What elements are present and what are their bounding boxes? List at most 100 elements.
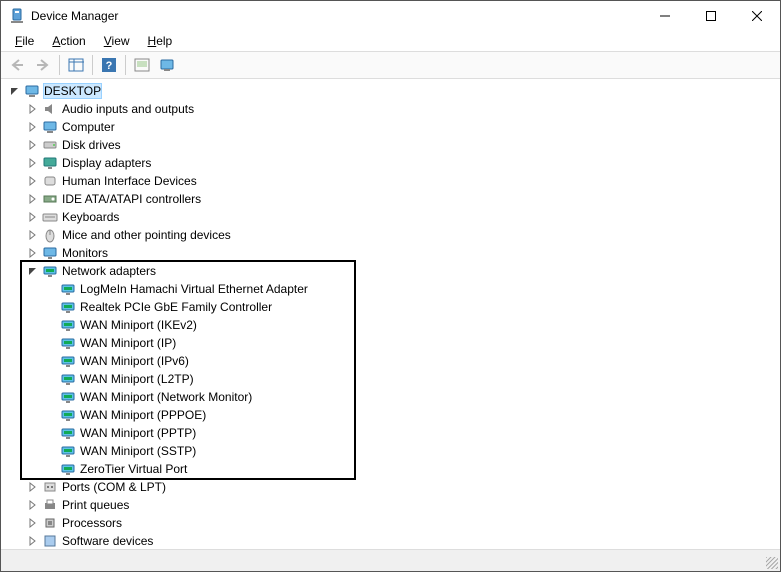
close-button[interactable] — [734, 1, 780, 30]
expand-icon[interactable] — [26, 516, 40, 530]
ide-icon — [42, 191, 58, 207]
scan-hardware-button[interactable] — [130, 54, 154, 76]
device-tree[interactable]: DESKTOPAudio inputs and outputsComputerD… — [2, 80, 779, 549]
expand-spacer — [44, 318, 58, 332]
disk-icon — [42, 137, 58, 153]
expand-icon[interactable] — [26, 192, 40, 206]
expand-icon[interactable] — [26, 174, 40, 188]
tree-device[interactable]: WAN Miniport (SSTP) — [4, 442, 779, 460]
expand-spacer — [44, 426, 58, 440]
tree-item-label: Human Interface Devices — [62, 174, 197, 188]
menubar: File Action View Help — [1, 31, 780, 51]
tree-category[interactable]: Monitors — [4, 244, 779, 262]
tree-device[interactable]: Realtek PCIe GbE Family Controller — [4, 298, 779, 316]
app-icon — [9, 8, 25, 24]
tree-device[interactable]: WAN Miniport (PPTP) — [4, 424, 779, 442]
maximize-button[interactable] — [688, 1, 734, 30]
expand-icon[interactable] — [26, 480, 40, 494]
device-properties-button[interactable] — [156, 54, 180, 76]
tree-device[interactable]: WAN Miniport (IPv6) — [4, 352, 779, 370]
tree-category[interactable]: Mice and other pointing devices — [4, 226, 779, 244]
tree-item-label: Print queues — [62, 498, 129, 512]
statusbar — [1, 549, 780, 571]
tree-category[interactable]: Processors — [4, 514, 779, 532]
root-icon — [24, 83, 40, 99]
expand-icon[interactable] — [26, 210, 40, 224]
network-icon — [60, 407, 76, 423]
collapse-icon[interactable] — [8, 84, 22, 98]
menu-help[interactable]: Help — [140, 33, 181, 49]
expand-icon[interactable] — [26, 228, 40, 242]
network-icon — [60, 461, 76, 477]
tree-item-label: WAN Miniport (IKEv2) — [80, 318, 197, 332]
tree-category[interactable]: IDE ATA/ATAPI controllers — [4, 190, 779, 208]
tree-device[interactable]: LogMeIn Hamachi Virtual Ethernet Adapter — [4, 280, 779, 298]
tree-device[interactable]: WAN Miniport (L2TP) — [4, 370, 779, 388]
expand-icon[interactable] — [26, 156, 40, 170]
expand-spacer — [44, 354, 58, 368]
tree-item-label: Software devices — [62, 534, 153, 548]
tree-device[interactable]: ZeroTier Virtual Port — [4, 460, 779, 478]
tree-item-label: Processors — [62, 516, 122, 530]
show-hide-tree-button[interactable] — [64, 54, 88, 76]
expand-icon[interactable] — [26, 120, 40, 134]
expand-spacer — [44, 444, 58, 458]
tree-category[interactable]: Print queues — [4, 496, 779, 514]
tree-category[interactable]: Disk drives — [4, 136, 779, 154]
expand-spacer — [44, 408, 58, 422]
tree-category[interactable]: Display adapters — [4, 154, 779, 172]
cpu-icon — [42, 515, 58, 531]
titlebar: Device Manager — [1, 1, 780, 31]
tree-item-label: LogMeIn Hamachi Virtual Ethernet Adapter — [80, 282, 308, 296]
collapse-icon[interactable] — [26, 264, 40, 278]
forward-button[interactable] — [31, 54, 55, 76]
tree-item-label: WAN Miniport (IP) — [80, 336, 176, 350]
expand-icon[interactable] — [26, 138, 40, 152]
expand-icon[interactable] — [26, 498, 40, 512]
tree-device[interactable]: WAN Miniport (Network Monitor) — [4, 388, 779, 406]
tree-item-label: WAN Miniport (L2TP) — [80, 372, 194, 386]
tree-item-label: Mice and other pointing devices — [62, 228, 231, 242]
tree-item-label: Keyboards — [62, 210, 119, 224]
network-icon — [60, 443, 76, 459]
tree-item-label: WAN Miniport (IPv6) — [80, 354, 189, 368]
monitor-icon — [42, 245, 58, 261]
print-icon — [42, 497, 58, 513]
network-icon — [60, 317, 76, 333]
tree-item-label: Ports (COM & LPT) — [62, 480, 166, 494]
tree-category[interactable]: Keyboards — [4, 208, 779, 226]
help-button[interactable]: ? — [97, 54, 121, 76]
expand-icon[interactable] — [26, 246, 40, 260]
tree-category[interactable]: Ports (COM & LPT) — [4, 478, 779, 496]
tree-device[interactable]: WAN Miniport (IP) — [4, 334, 779, 352]
tree-root[interactable]: DESKTOP — [4, 82, 779, 100]
back-button[interactable] — [5, 54, 29, 76]
minimize-button[interactable] — [642, 1, 688, 30]
expand-spacer — [44, 300, 58, 314]
tree-category[interactable]: Audio inputs and outputs — [4, 100, 779, 118]
tree-device[interactable]: WAN Miniport (PPPOE) — [4, 406, 779, 424]
expand-spacer — [44, 282, 58, 296]
svg-text:?: ? — [106, 60, 113, 72]
tree-item-label: Network adapters — [62, 264, 156, 278]
expand-icon[interactable] — [26, 534, 40, 548]
tree-category[interactable]: Computer — [4, 118, 779, 136]
menu-action[interactable]: Action — [44, 33, 93, 49]
tree-category[interactable]: Software devices — [4, 532, 779, 549]
window-title: Device Manager — [31, 9, 642, 23]
menu-view[interactable]: View — [96, 33, 138, 49]
tree-category[interactable]: Human Interface Devices — [4, 172, 779, 190]
display-icon — [42, 155, 58, 171]
tree-item-label: WAN Miniport (PPPOE) — [80, 408, 206, 422]
audio-icon — [42, 101, 58, 117]
tree-item-label: DESKTOP — [44, 84, 101, 98]
expand-spacer — [44, 336, 58, 350]
tree-item-label: Monitors — [62, 246, 108, 260]
expand-icon[interactable] — [26, 102, 40, 116]
tree-device[interactable]: WAN Miniport (IKEv2) — [4, 316, 779, 334]
toolbar: ? — [1, 51, 780, 79]
network-icon — [60, 335, 76, 351]
menu-file[interactable]: File — [7, 33, 42, 49]
tree-item-label: WAN Miniport (PPTP) — [80, 426, 196, 440]
tree-category[interactable]: Network adapters — [4, 262, 779, 280]
